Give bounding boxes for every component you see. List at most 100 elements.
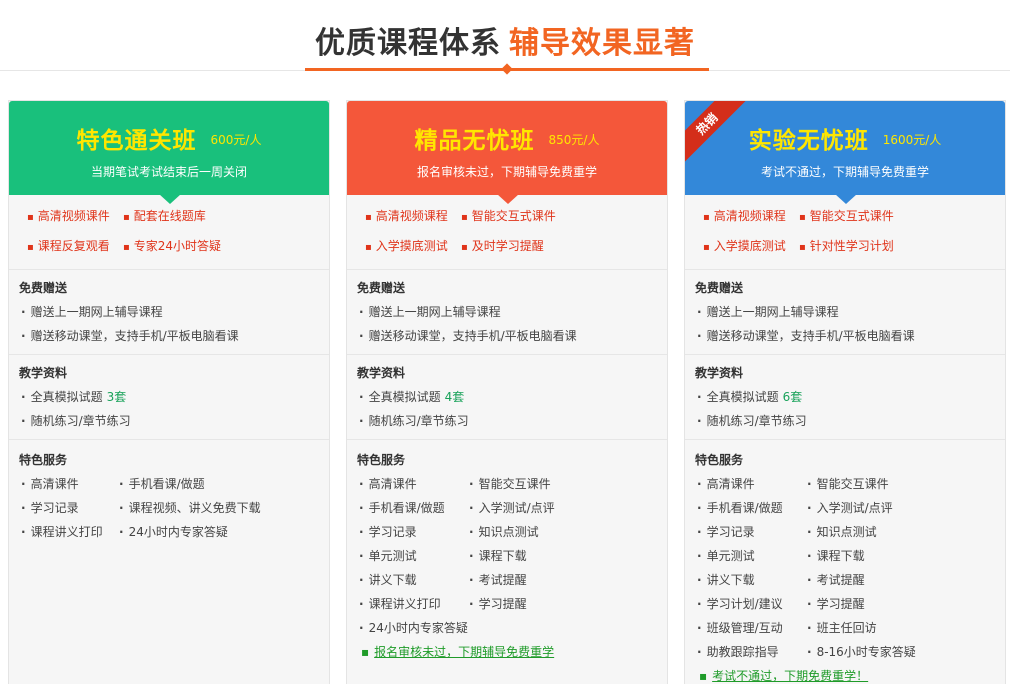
divider: [347, 269, 667, 270]
card-subtitle: 考试不通过，下期辅导免费重学: [760, 165, 929, 179]
service-item: 班级管理/互动: [697, 619, 783, 636]
header-arrow: [497, 194, 519, 204]
card-header: 特色通关班 600元/人 当期笔试考试结束后一周关闭: [9, 101, 329, 204]
divider: [9, 269, 329, 270]
feature-item: 针对性学习计划: [799, 237, 895, 254]
service-item: 智能交互课件: [807, 475, 889, 492]
card-title: 特色通关班: [76, 128, 197, 154]
material-item: 全真模拟试题4套: [359, 388, 465, 405]
service-item: 手机看课/做题: [359, 499, 445, 516]
material-section-title: 教学资料: [19, 366, 68, 380]
feature-item: 课程反复观看: [27, 237, 123, 254]
service-item: 手机看课/做题: [697, 499, 783, 516]
feature-item: 入学摸底测试: [703, 237, 799, 254]
feature-item: 高清视频课程: [365, 207, 461, 224]
service-item: 助教跟踪指导: [697, 643, 779, 660]
service-item: 课程讲义打印: [359, 595, 441, 612]
divider: [685, 439, 1005, 440]
feature-item: 配套在线题库: [123, 207, 219, 224]
divider: [685, 269, 1005, 270]
service-item: 高清课件: [697, 475, 755, 492]
service-item: 班主任回访: [807, 619, 877, 636]
service-item: 课程下载: [807, 547, 865, 564]
feature-item: 智能交互式课件: [461, 207, 557, 224]
heading-title-dark: 优质课程体系: [315, 26, 501, 61]
card-price: 600元/人: [210, 133, 262, 147]
feature-item: 入学摸底测试: [365, 237, 461, 254]
service-item: 24小时内专家答疑: [119, 523, 228, 540]
material-item: 随机练习/章节练习: [21, 412, 131, 429]
material-item: 全真模拟试题3套: [21, 388, 127, 405]
service-item: 智能交互课件: [469, 475, 551, 492]
service-item: 学习计划/建议: [697, 595, 783, 612]
service-item: 考试提醒: [469, 571, 527, 588]
guarantee-link[interactable]: 考试不通过，下期免费重学！: [699, 667, 868, 684]
material-section-title: 教学资料: [695, 366, 744, 380]
card-header: 热销 实验无忧班 1600元/人 考试不通过，下期辅导免费重学: [685, 101, 1005, 204]
service-item: 单元测试: [359, 547, 417, 564]
service-section-title: 特色服务: [19, 453, 68, 467]
card-header: 精品无忧班 850元/人 报名审核未过，下期辅导免费重学: [347, 101, 667, 204]
service-item: 学习记录: [21, 499, 79, 516]
service-item: 高清课件: [359, 475, 417, 492]
feature-item: 专家24小时答疑: [123, 237, 221, 254]
service-item: 手机看课/做题: [119, 475, 205, 492]
header-arrow: [159, 194, 181, 204]
gift-item: 赠送移动课堂，支持手机/平板电脑看课: [697, 327, 915, 344]
service-item: 入学测试/点评: [469, 499, 555, 516]
service-item: 讲义下载: [359, 571, 417, 588]
service-item: 知识点测试: [469, 523, 539, 540]
divider: [9, 439, 329, 440]
course-card-jingpin[interactable]: 精品无忧班 850元/人 报名审核未过，下期辅导免费重学 高清视频课程智能交互式课…: [346, 100, 668, 684]
gift-item: 赠送移动课堂，支持手机/平板电脑看课: [359, 327, 577, 344]
feature-item: 高清视频课程: [703, 207, 799, 224]
divider: [347, 439, 667, 440]
service-item: 24小时内专家答疑: [359, 619, 468, 636]
card-title: 精品无忧班: [414, 128, 535, 154]
gift-section-title: 免费赠送: [695, 281, 744, 295]
divider: [9, 354, 329, 355]
material-section-title: 教学资料: [357, 366, 406, 380]
heading-diamond-icon: [501, 63, 513, 75]
card-title: 实验无忧班: [748, 128, 869, 154]
service-item: 单元测试: [697, 547, 755, 564]
course-card-shiyan[interactable]: 热销 实验无忧班1600元/人 考试不通过，下期辅导免费重学 高清视频课程智能交…: [684, 100, 1006, 684]
header-arrow: [835, 194, 857, 204]
material-item: 随机练习/章节练习: [359, 412, 469, 429]
gift-section-title: 免费赠送: [19, 281, 68, 295]
material-item: 全真模拟试题6套: [697, 388, 803, 405]
feature-item: 及时学习提醒: [461, 237, 557, 254]
service-section-title: 特色服务: [357, 453, 406, 467]
card-price: 1600元/人: [882, 133, 942, 147]
gift-item: 赠送上一期网上辅导课程: [359, 303, 501, 320]
gift-item: 赠送移动课堂，支持手机/平板电脑看课: [21, 327, 239, 344]
material-item: 随机练习/章节练习: [697, 412, 807, 429]
feature-item: 智能交互式课件: [799, 207, 895, 224]
service-item: 学习提醒: [807, 595, 865, 612]
divider: [347, 354, 667, 355]
service-item: 8-16小时专家答疑: [807, 643, 916, 660]
feature-list: 高清视频课程智能交互式课件 入学摸底测试及时学习提醒: [365, 205, 665, 265]
section-heading: 优质课程体系 辅导效果显著: [0, 18, 1010, 62]
course-card-tese[interactable]: 特色通关班 600元/人 当期笔试考试结束后一周关闭 高清视频课件配套在线题库 课…: [8, 100, 330, 684]
gift-item: 赠送上一期网上辅导课程: [21, 303, 163, 320]
service-item: 入学测试/点评: [807, 499, 893, 516]
card-subtitle: 报名审核未过，下期辅导免费重学: [416, 165, 597, 179]
feature-list: 高清视频课程智能交互式课件 入学摸底测试针对性学习计划: [703, 205, 1003, 265]
card-subtitle: 当期笔试考试结束后一周关闭: [90, 165, 247, 179]
gift-item: 赠送上一期网上辅导课程: [697, 303, 839, 320]
heading-title-accent: 辅导效果显著: [509, 26, 695, 61]
service-section-title: 特色服务: [695, 453, 744, 467]
gift-section-title: 免费赠送: [357, 281, 406, 295]
service-item: 高清课件: [21, 475, 79, 492]
feature-list: 高清视频课件配套在线题库 课程反复观看专家24小时答疑: [27, 205, 327, 265]
service-item: 考试提醒: [807, 571, 865, 588]
divider: [685, 354, 1005, 355]
service-item: 学习记录: [697, 523, 755, 540]
service-item: 知识点测试: [807, 523, 877, 540]
service-item: 课程下载: [469, 547, 527, 564]
card-price: 850元/人: [548, 133, 600, 147]
service-item: 课程视频、讲义免费下载: [119, 499, 261, 516]
guarantee-link[interactable]: 报名审核未过，下期辅导免费重学: [361, 643, 554, 660]
service-item: 学习记录: [359, 523, 417, 540]
